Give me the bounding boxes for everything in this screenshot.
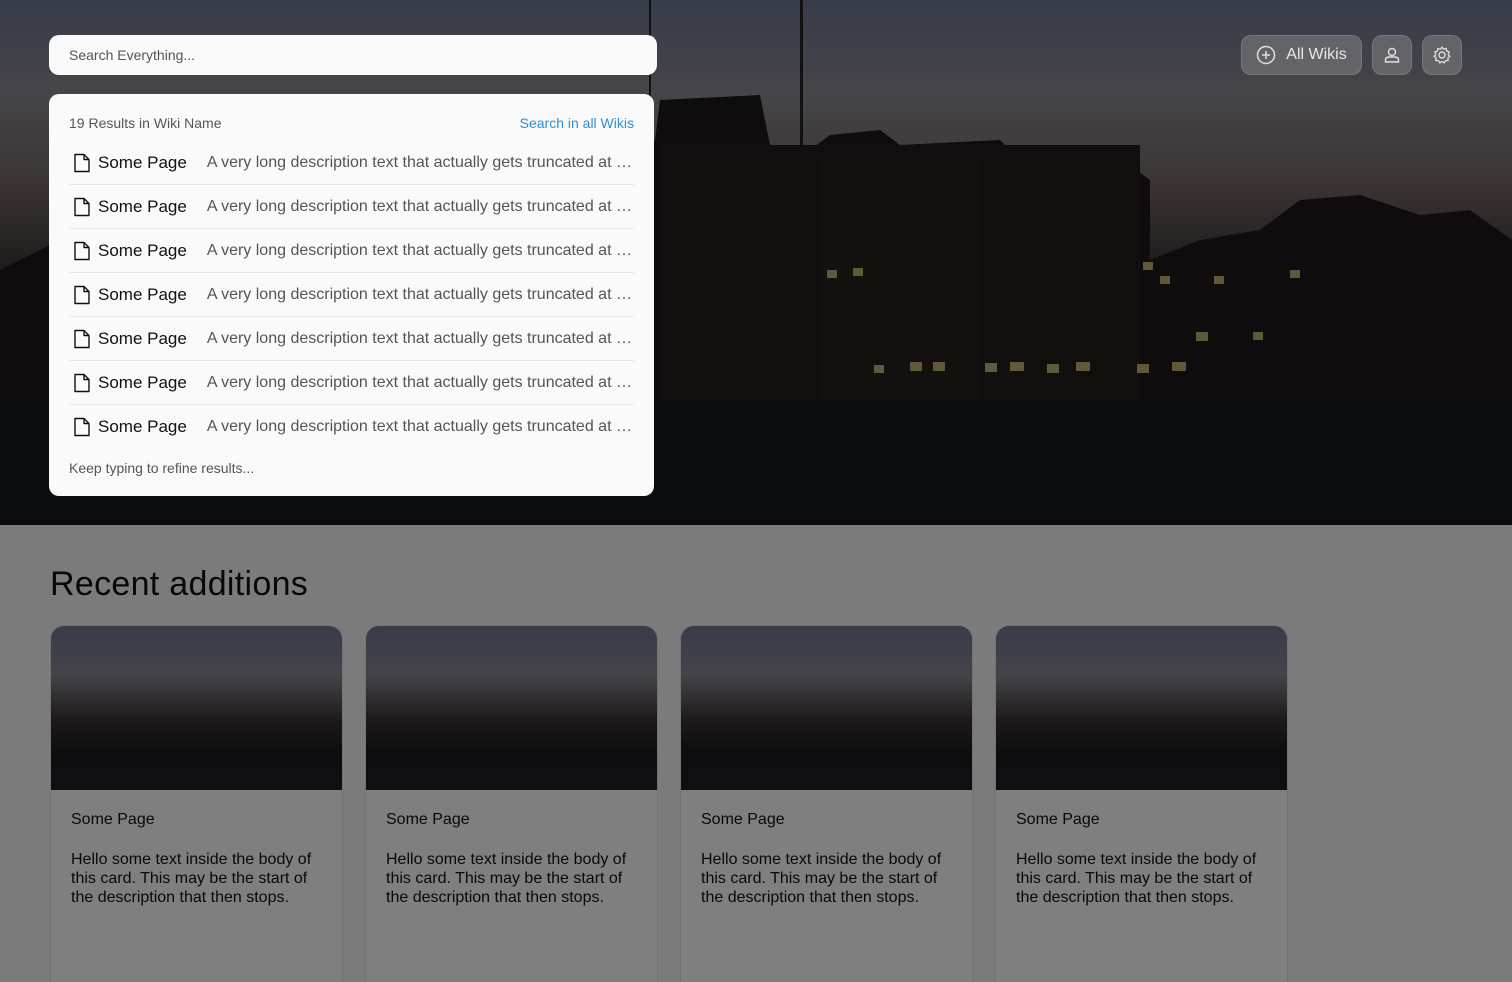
document-icon (74, 285, 90, 304)
results-list: Some Page A very long description text t… (69, 152, 634, 460)
result-item[interactable]: Some Page A very long description text t… (69, 361, 634, 405)
result-title: Some Page (98, 240, 187, 260)
result-item[interactable]: Some Page A very long description text t… (69, 317, 634, 361)
result-item[interactable]: Some Page A very long description text t… (69, 141, 634, 185)
results-footer-hint: Keep typing to refine results... (69, 460, 255, 476)
result-description: A very long description text that actual… (206, 197, 634, 215)
result-description: A very long description text that actual… (206, 241, 634, 259)
document-icon (74, 373, 90, 392)
gear-icon (1433, 46, 1451, 64)
search-all-wikis-link[interactable]: Search in all Wikis (520, 115, 634, 131)
result-title: Some Page (98, 372, 187, 392)
settings-button[interactable] (1422, 35, 1462, 75)
document-icon (74, 153, 90, 172)
result-description: A very long description text that actual… (206, 329, 634, 347)
document-icon (74, 197, 90, 216)
result-description: A very long description text that actual… (206, 153, 634, 171)
document-icon (74, 241, 90, 260)
result-description: A very long description text that actual… (206, 373, 634, 391)
result-title: Some Page (98, 328, 187, 348)
result-description: A very long description text that actual… (206, 418, 634, 435)
all-wikis-label: All Wikis (1286, 46, 1347, 63)
result-item[interactable]: Some Page A very long description text t… (69, 229, 634, 273)
document-icon (74, 417, 90, 437)
document-icon (74, 329, 90, 348)
all-wikis-button[interactable]: All Wikis (1241, 35, 1362, 75)
result-item[interactable]: Some Page A very long description text t… (69, 405, 634, 449)
result-title: Some Page (98, 417, 187, 436)
result-item[interactable]: Some Page A very long description text t… (69, 185, 634, 229)
search-results-panel: 19 Results in Wiki Name Search in all Wi… (49, 94, 654, 496)
plus-circle-icon (1257, 45, 1276, 65)
search-input[interactable] (49, 35, 657, 75)
result-title: Some Page (98, 284, 187, 304)
result-title: Some Page (98, 196, 187, 216)
user-icon (1384, 47, 1400, 63)
results-count: 19 Results in Wiki Name (69, 115, 222, 131)
result-title: Some Page (98, 152, 187, 172)
result-description: A very long description text that actual… (206, 285, 634, 303)
user-button[interactable] (1372, 35, 1412, 75)
result-item[interactable]: Some Page A very long description text t… (69, 273, 634, 317)
